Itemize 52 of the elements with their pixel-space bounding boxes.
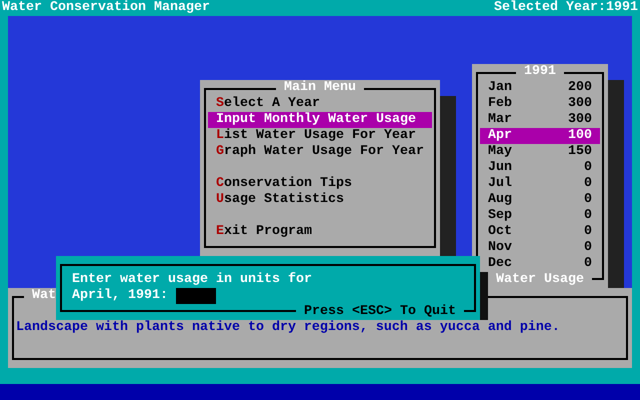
menu-item[interactable]: Conservation Tips — [208, 176, 432, 192]
month-row[interactable]: Jun 0 — [480, 160, 600, 176]
month-name: May — [488, 144, 512, 160]
month-row[interactable]: Mar 300 — [480, 112, 600, 128]
month-units: 300 — [568, 112, 592, 128]
month-row[interactable]: Sep 0 — [480, 208, 600, 224]
month-units: 100 — [568, 128, 592, 144]
month-name: Jul — [488, 176, 512, 192]
menu-item[interactable]: Select A Year — [208, 96, 432, 112]
month-row[interactable]: Feb 300 — [480, 96, 600, 112]
month-name: Aug — [488, 192, 512, 208]
month-name: Sep — [488, 208, 512, 224]
menu-item[interactable]: List Water Usage For Year — [208, 128, 432, 144]
month-units: 0 — [584, 224, 592, 240]
month-name: Feb — [488, 96, 512, 112]
selected-year: Selected Year:1991 — [494, 0, 638, 16]
app-title: Water Conservation Manager — [2, 0, 210, 16]
month-name: Oct — [488, 224, 512, 240]
month-row[interactable]: Nov 0 — [480, 240, 600, 256]
month-units: 200 — [568, 80, 592, 96]
month-units: 0 — [584, 256, 592, 272]
month-units: 300 — [568, 96, 592, 112]
month-name: Jun — [488, 160, 512, 176]
month-units: 0 — [584, 160, 592, 176]
menu-item[interactable]: Exit Program — [208, 224, 432, 240]
month-name: Nov — [488, 240, 512, 256]
menu-item[interactable]: Usage Statistics — [208, 192, 432, 208]
month-name: Dec — [488, 256, 512, 272]
window-footer-title: Water Usage — [488, 272, 592, 288]
menu-item[interactable]: Input Monthly Water Usage — [208, 112, 432, 128]
tip-text: Landscape with plants native to dry regions, such as yucca and pine. — [16, 320, 560, 336]
month-units: 0 — [584, 208, 592, 224]
month-row[interactable]: Oct 0 — [480, 224, 600, 240]
quit-hint: Press <ESC> To Quit — [296, 304, 464, 320]
month-row[interactable]: May 150 — [480, 144, 600, 160]
month-name: Jan — [488, 80, 512, 96]
month-row[interactable]: Jul 0 — [480, 176, 600, 192]
month-row[interactable]: Dec 0 — [480, 256, 600, 272]
month-name: Apr — [488, 128, 512, 144]
input-field[interactable] — [176, 288, 216, 304]
menu-item[interactable]: Graph Water Usage For Year — [208, 144, 432, 160]
month-row[interactable]: Apr 100 — [480, 128, 600, 144]
month-units: 0 — [584, 176, 592, 192]
dialog-shadow — [480, 272, 488, 320]
dialog-prompt: Enter water usage in units for — [72, 272, 312, 288]
field-label: April, 1991: — [72, 288, 168, 304]
month-row[interactable]: Aug 0 — [480, 192, 600, 208]
month-units: 0 — [584, 240, 592, 256]
month-units: 150 — [568, 144, 592, 160]
month-units: 0 — [584, 192, 592, 208]
month-row[interactable]: Jan 200 — [480, 80, 600, 96]
month-name: Mar — [488, 112, 512, 128]
